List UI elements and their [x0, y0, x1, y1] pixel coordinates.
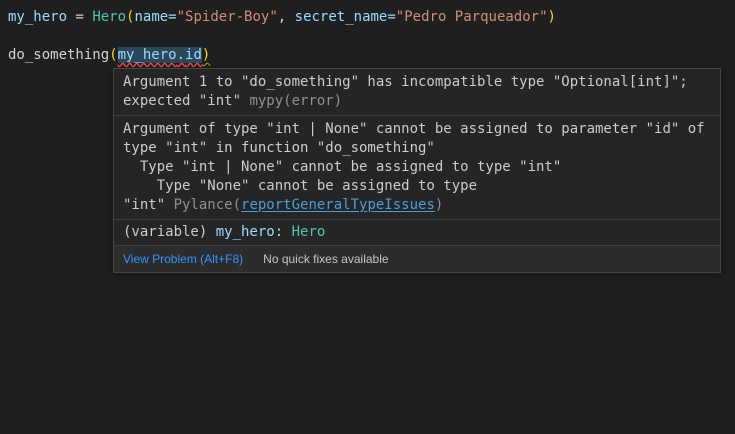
code-token: "Spider-Boy" — [177, 9, 278, 25]
hover-section-pylance: Argument of type "int | None" cannot be … — [114, 116, 720, 220]
code-editor[interactable]: my_hero = Hero ( name="Spider-Boy", secret… — [0, 0, 735, 434]
code-token: type "int" in function "do_something" — [123, 140, 435, 156]
pylance-message-line: Type "int | None" cannot be assigned to … — [123, 158, 711, 177]
hover-section-variable-info: (variable) my_hero: Hero — [114, 220, 720, 246]
code-token: expected "int" — [123, 93, 249, 109]
variable-info-line: (variable) my_hero: Hero — [123, 223, 711, 242]
hover-statusbar: View Problem (Alt+F8) No quick fixes ava… — [114, 246, 720, 272]
code-token: "int" — [123, 197, 174, 213]
hover-section-mypy: Argument 1 to "do_something" has incompa… — [114, 69, 720, 116]
code-token: my_hero — [8, 9, 67, 25]
pylance-message-line: "int" Pylance(reportGeneralTypeIssues) — [123, 196, 711, 215]
pylance-message-line: Type "None" cannot be assigned to type — [123, 177, 711, 196]
hover-tooltip: Argument 1 to "do_something" has incompa… — [113, 68, 721, 273]
code-token: Pylance( — [174, 197, 241, 213]
code-token: : — [275, 224, 292, 240]
mypy-message-line: Argument 1 to "do_something" has incompa… — [123, 73, 711, 92]
code-token: Hero — [92, 9, 126, 25]
code-token: Type "None" cannot be assigned to type — [123, 178, 477, 194]
code-token: name= — [134, 9, 176, 25]
code-token: id — [185, 47, 202, 63]
code-line-3[interactable]: do_something(my_hero.id) — [8, 45, 210, 65]
code-token: my_hero — [118, 47, 177, 63]
code-token: my_hero — [216, 224, 275, 240]
code-token: = — [67, 9, 92, 25]
no-quick-fixes-text: No quick fixes available — [263, 250, 388, 268]
code-token: Type "int | None" cannot be assigned to … — [123, 159, 561, 175]
code-token: (variable) — [123, 224, 216, 240]
code-token: ) — [435, 197, 443, 213]
code-token: , — [278, 9, 295, 25]
code-token: ) — [548, 9, 556, 25]
mypy-message-line: expected "int" mypy(error) — [123, 92, 711, 111]
code-token: ) — [202, 47, 210, 63]
code-token: Argument 1 to "do_something" has incompa… — [123, 74, 688, 90]
report-general-type-issues-link[interactable]: reportGeneralTypeIssues — [241, 197, 435, 213]
code-line-1[interactable]: my_hero = Hero(name="Spider-Boy", secret… — [8, 7, 556, 27]
code-token: ( — [109, 47, 117, 63]
code-token: Hero — [292, 224, 326, 240]
view-problem-link[interactable]: View Problem (Alt+F8) — [123, 250, 243, 268]
code-token: do_something — [8, 47, 109, 63]
pylance-message-line: Argument of type "int | None" cannot be … — [123, 120, 711, 139]
code-token: . — [177, 47, 185, 63]
code-token: mypy(error) — [249, 93, 342, 109]
code-token: secret_name= — [295, 9, 396, 25]
pylance-message-line: type "int" in function "do_something" — [123, 139, 711, 158]
code-token: Argument of type "int | None" cannot be … — [123, 121, 705, 137]
code-token: "Pedro Parqueador" — [396, 9, 548, 25]
